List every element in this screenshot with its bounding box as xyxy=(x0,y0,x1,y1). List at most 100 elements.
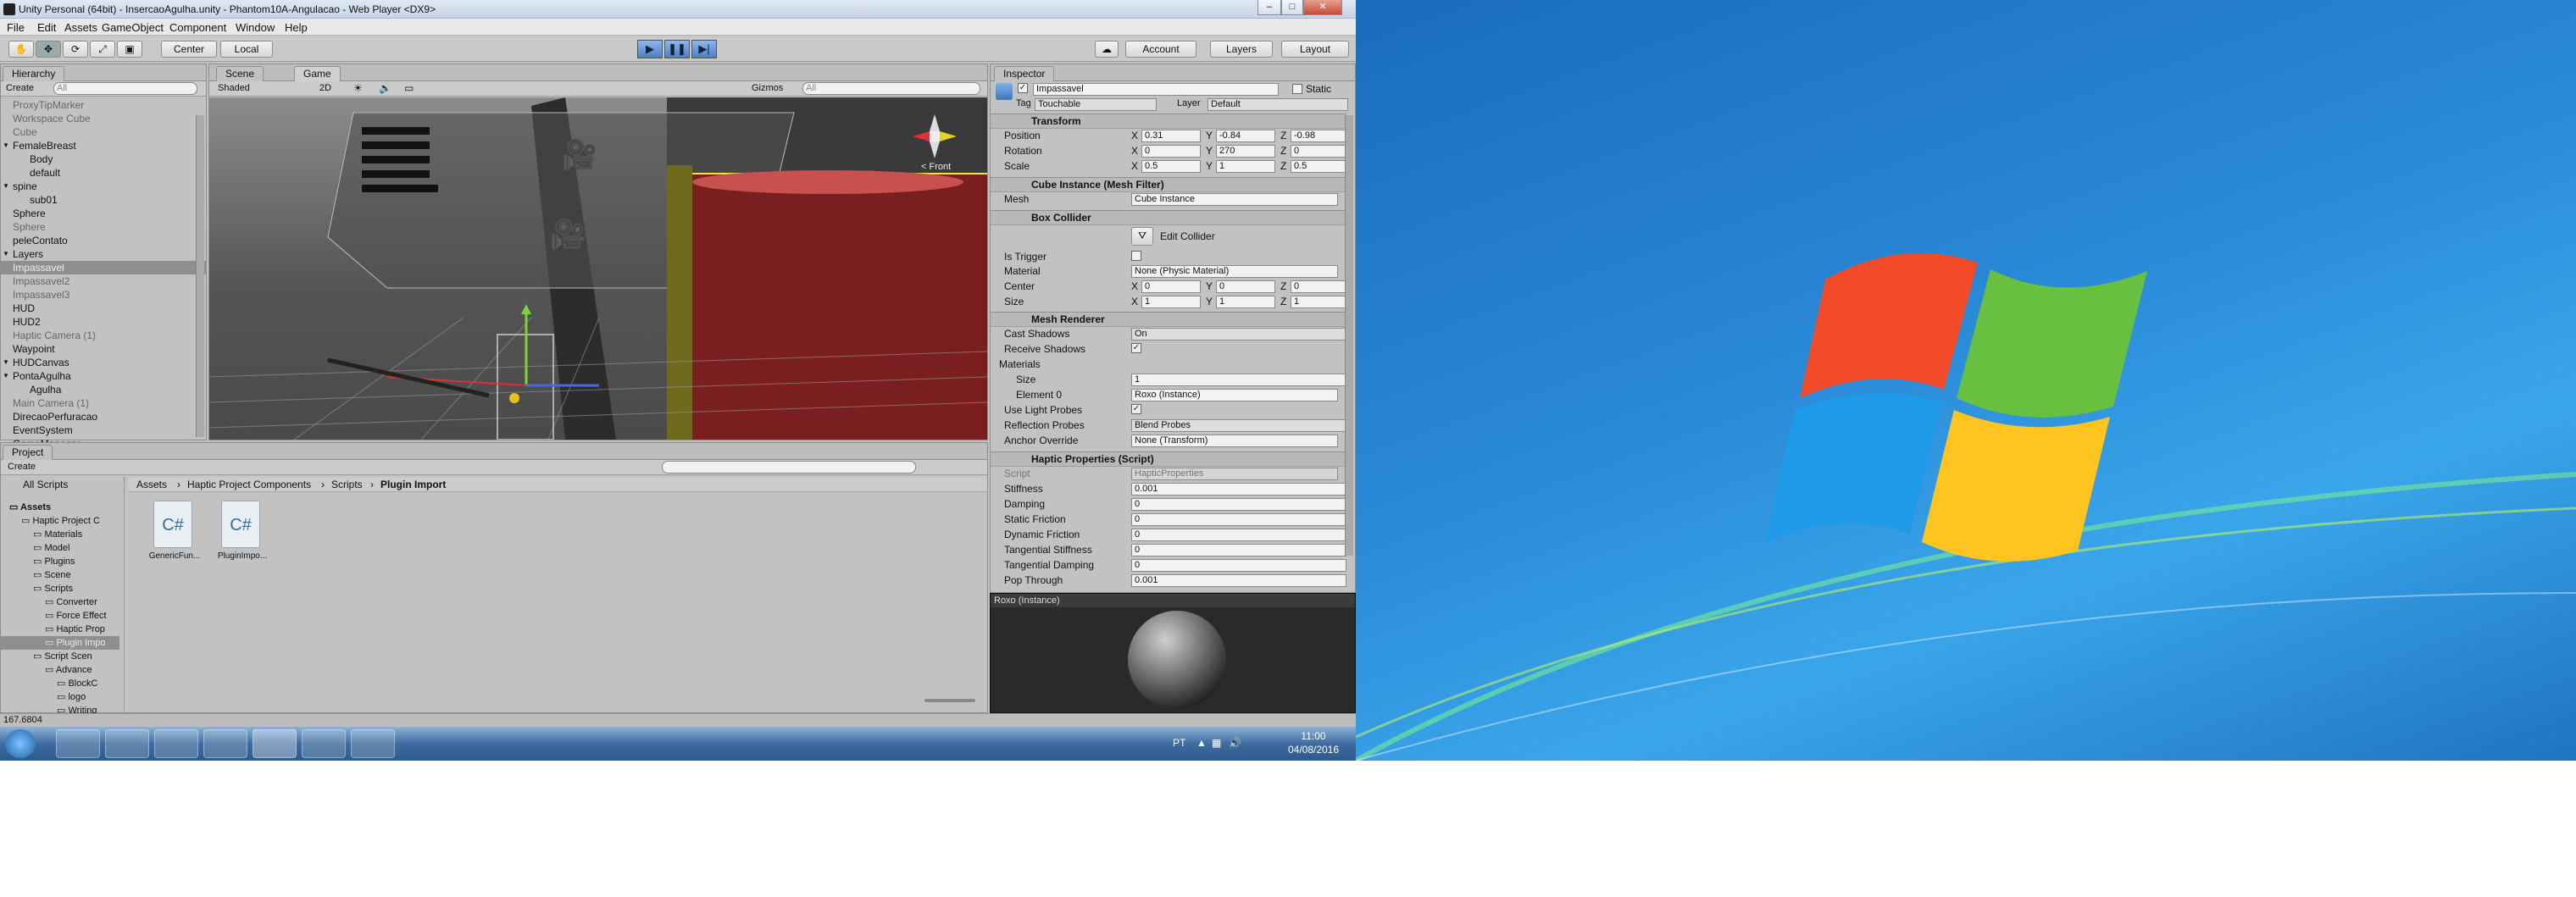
haptic-property-field[interactable]: 0.001 xyxy=(1131,574,1346,587)
tab-project[interactable]: Project xyxy=(3,445,53,460)
gizmos-dropdown[interactable]: Gizmos xyxy=(752,83,783,93)
scene-search-input[interactable]: All xyxy=(802,82,980,95)
icon-size-slider[interactable] xyxy=(924,699,975,702)
move-tool-button[interactable]: ✥ xyxy=(36,41,61,58)
haptic-property-field[interactable]: 0 xyxy=(1131,529,1346,541)
light-probes-checkbox[interactable]: ✓ xyxy=(1131,404,1141,414)
breadcrumb-assets[interactable]: Assets xyxy=(136,479,167,490)
hierarchy-item[interactable]: ▼ HUDCanvas xyxy=(1,356,206,369)
project-folder-item[interactable]: ▭ Plugins xyxy=(1,555,119,568)
app-taskbar-icon[interactable] xyxy=(302,729,346,758)
collider-material-field[interactable]: None (Physic Material) xyxy=(1131,265,1338,278)
space-toggle-button[interactable]: Local xyxy=(220,41,273,58)
project-folder-item[interactable]: ▭ Force Effect xyxy=(1,609,119,623)
static-checkbox[interactable] xyxy=(1292,84,1302,94)
materials-foldout[interactable]: Materials xyxy=(999,358,1041,370)
material-preview-sphere[interactable] xyxy=(1128,611,1226,709)
maximize-button[interactable]: □ xyxy=(1281,0,1303,15)
project-folder-item[interactable]: ▭ Plugin Impo xyxy=(1,636,119,650)
hierarchy-item[interactable]: Body xyxy=(1,152,206,166)
layout-dropdown[interactable]: Layout xyxy=(1281,41,1349,58)
project-folder-item[interactable]: ▭ Haptic Project C xyxy=(1,514,119,528)
chrome-taskbar-icon[interactable] xyxy=(203,729,247,758)
pivot-toggle-button[interactable]: Center xyxy=(161,41,217,58)
hierarchy-item[interactable]: Workspace Cube xyxy=(1,112,206,125)
project-search-input[interactable] xyxy=(662,461,916,473)
menu-edit[interactable]: Edit xyxy=(37,21,56,34)
project-folder-item[interactable]: ▭ Scene xyxy=(1,568,119,582)
play-button[interactable]: ▶ xyxy=(637,40,663,58)
center-y-field[interactable]: 0 xyxy=(1216,280,1275,293)
menu-component[interactable]: Component xyxy=(169,21,226,34)
step-button[interactable]: ▶| xyxy=(691,40,717,58)
media-taskbar-icon[interactable] xyxy=(154,729,198,758)
hierarchy-item[interactable]: Sphere xyxy=(1,220,206,234)
hierarchy-create-button[interactable]: Create xyxy=(6,83,34,93)
close-button[interactable]: ✕ xyxy=(1303,0,1342,15)
hierarchy-item[interactable]: ▼ FemaleBreast xyxy=(1,139,206,152)
edit-collider-button[interactable]: ⛛ xyxy=(1131,227,1153,246)
scale-z-field[interactable]: 0.5 xyxy=(1291,160,1346,173)
rotation-y-field[interactable]: 270 xyxy=(1216,145,1275,158)
hierarchy-item[interactable]: ▼ Layers xyxy=(1,247,206,261)
layers-dropdown[interactable]: Layers xyxy=(1210,41,1273,58)
hierarchy-item[interactable]: ▼ spine xyxy=(1,180,206,193)
gameobject-name-input[interactable]: Impassavel xyxy=(1033,83,1279,96)
haptic-property-field[interactable]: 0.001 xyxy=(1131,483,1346,496)
scale-y-field[interactable]: 1 xyxy=(1216,160,1275,173)
shading-dropdown[interactable]: Shaded xyxy=(218,83,250,93)
account-dropdown[interactable]: Account xyxy=(1125,41,1196,58)
box-collider-header[interactable]: Box Collider xyxy=(991,210,1346,225)
hierarchy-item[interactable]: Impassavel3 xyxy=(1,288,206,302)
tab-scene[interactable]: Scene xyxy=(216,66,264,81)
gameobject-active-checkbox[interactable]: ✓ xyxy=(1018,83,1028,93)
hierarchy-item[interactable]: EventSystem xyxy=(1,424,206,437)
transform-header[interactable]: Transform xyxy=(991,114,1346,129)
project-create-button[interactable]: Create xyxy=(8,462,36,472)
hierarchy-item[interactable]: sub01 xyxy=(1,193,206,207)
haptic-properties-header[interactable]: Haptic Properties (Script) xyxy=(991,451,1346,467)
menu-window[interactable]: Window xyxy=(236,21,275,34)
pause-button[interactable]: ❚❚ xyxy=(664,40,690,58)
project-folder-item[interactable]: ▭ Advance xyxy=(1,663,119,677)
hierarchy-item[interactable]: Sphere xyxy=(1,207,206,220)
anchor-override-field[interactable]: None (Transform) xyxy=(1131,435,1338,447)
hierarchy-search-input[interactable]: All xyxy=(53,82,197,95)
audio-toggle-icon[interactable]: 🔊 xyxy=(379,82,391,94)
tag-dropdown[interactable]: Touchable xyxy=(1035,98,1157,111)
breadcrumb-scripts[interactable]: Scripts xyxy=(331,479,363,490)
tray-arrow-icon[interactable]: ▲ xyxy=(1196,737,1207,749)
foldout-arrow-icon[interactable]: ▼ xyxy=(3,369,9,383)
unity-taskbar-icon[interactable] xyxy=(253,729,297,758)
layer-dropdown[interactable]: Default xyxy=(1208,98,1348,111)
lighting-toggle-icon[interactable]: ☀ xyxy=(353,82,363,94)
project-folder-item[interactable]: ▭ Scripts xyxy=(1,582,119,595)
hierarchy-item[interactable]: HUD xyxy=(1,302,206,315)
foldout-arrow-icon[interactable]: ▼ xyxy=(3,139,9,152)
hierarchy-item[interactable]: Cube xyxy=(1,125,206,139)
clock-date[interactable]: 04/08/2016 xyxy=(1281,744,1346,756)
project-folder-item[interactable]: ▭ Assets xyxy=(1,501,119,514)
project-folder-item[interactable]: ▭ Materials xyxy=(1,528,119,541)
size-y-field[interactable]: 1 xyxy=(1216,296,1275,308)
size-z-field[interactable]: 1 xyxy=(1291,296,1346,308)
hierarchy-item[interactable]: Impassavel xyxy=(1,261,206,274)
position-z-field[interactable]: -0.98 xyxy=(1291,130,1346,142)
menu-assets[interactable]: Assets xyxy=(64,21,97,34)
scene-viewport[interactable]: < Front 🎥 🎥 xyxy=(209,97,987,440)
foldout-arrow-icon[interactable]: ▼ xyxy=(3,247,9,261)
rotation-z-field[interactable]: 0 xyxy=(1291,145,1346,158)
explorer-taskbar-icon[interactable] xyxy=(105,729,149,758)
cloud-button[interactable]: ☁ xyxy=(1095,41,1119,58)
reflection-probes-dropdown[interactable]: Blend Probes xyxy=(1131,419,1346,432)
hierarchy-item[interactable]: HUD2 xyxy=(1,315,206,329)
foldout-arrow-icon[interactable]: ▼ xyxy=(3,180,9,193)
hierarchy-item[interactable]: Main Camera (1) xyxy=(1,396,206,410)
volume-icon[interactable]: 🔊 xyxy=(1229,737,1241,749)
hierarchy-item[interactable]: Haptic Camera (1) xyxy=(1,329,206,342)
project-folder-item[interactable]: ▭ Haptic Prop xyxy=(1,623,119,636)
tab-game[interactable]: Game xyxy=(294,66,341,81)
minimize-button[interactable]: – xyxy=(1257,0,1281,15)
window-titlebar[interactable]: Unity Personal (64bit) - InsercaoAgulha.… xyxy=(0,0,1356,19)
project-folder-item[interactable]: ▭ Model xyxy=(1,541,119,555)
